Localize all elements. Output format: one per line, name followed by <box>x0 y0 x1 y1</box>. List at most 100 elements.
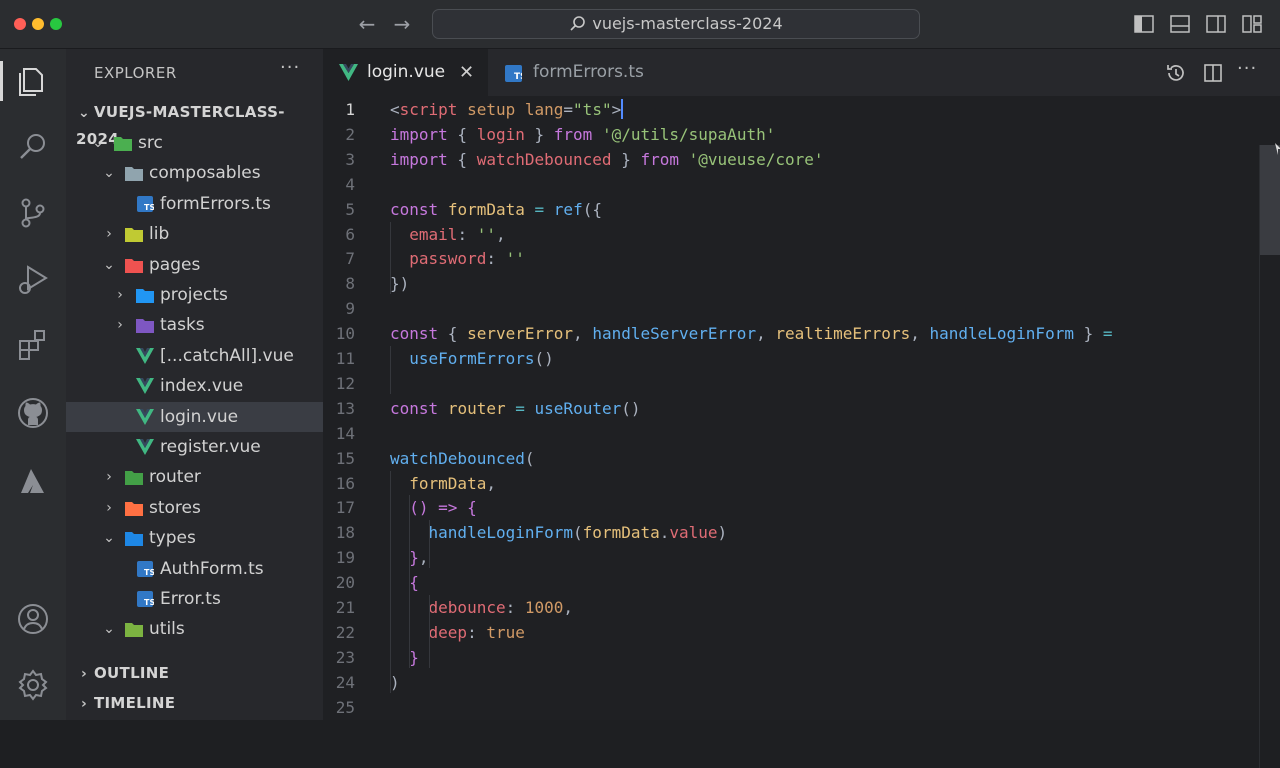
types-folder-icon <box>125 532 143 547</box>
vue-file-icon <box>136 439 154 455</box>
tree-file[interactable]: TS AuthForm.ts <box>66 554 323 584</box>
tree-folder[interactable]: ⌄ utils <box>66 614 323 644</box>
explorer-icon[interactable] <box>15 63 51 99</box>
tree-folder[interactable]: ⌄ types <box>66 523 323 553</box>
typescript-file-icon: TS <box>505 65 522 82</box>
outline-section[interactable]: › OUTLINE <box>76 660 169 686</box>
toggle-primary-sidebar-icon[interactable] <box>1133 13 1155 35</box>
extensions-icon[interactable] <box>15 327 51 363</box>
code-line: const router = useRouter() <box>390 396 641 421</box>
code-token: useRouter <box>534 398 622 418</box>
tree-file[interactable]: register.vue <box>66 432 323 462</box>
close-tab-icon[interactable]: ✕ <box>459 49 474 96</box>
code-token: . <box>659 523 670 543</box>
toggle-panel-icon[interactable] <box>1169 13 1191 35</box>
tree-file[interactable]: login.vue <box>66 401 323 432</box>
tree-file[interactable]: [...catchAll].vue <box>66 341 323 371</box>
workspace-root[interactable]: ⌄ VUEJS-MASTERCLASS-2024 <box>76 99 323 148</box>
tree-folder[interactable]: ⌄ src <box>66 128 323 158</box>
tree-item-label: pages <box>149 254 201 275</box>
tree-folder[interactable]: › lib <box>66 219 323 249</box>
code-token: email <box>409 224 458 244</box>
code-token: handleServerError <box>592 324 757 344</box>
tree-folder[interactable]: › tasks <box>66 310 323 340</box>
timeline-history-icon[interactable] <box>1165 62 1187 84</box>
pages-folder-icon <box>125 258 143 273</box>
code-token: } <box>409 647 419 667</box>
vue-file-icon <box>339 64 358 81</box>
minimize-window-button[interactable] <box>32 18 44 30</box>
code-token: ({ <box>582 199 602 219</box>
code-token: { <box>438 324 468 344</box>
chevron-down-icon: ⌄ <box>77 105 91 121</box>
code-token: '' <box>505 249 525 269</box>
svg-text:TS: TS <box>144 203 154 212</box>
src-folder-icon <box>114 137 132 151</box>
code-token: ( <box>524 448 535 468</box>
line-number: 14 <box>335 423 355 443</box>
maximize-window-button[interactable] <box>50 18 62 30</box>
github-icon[interactable] <box>15 395 51 431</box>
close-window-button[interactable] <box>14 18 26 30</box>
code-token: true <box>486 622 525 642</box>
code-token: formData <box>409 473 487 493</box>
code-token: ) <box>390 672 400 692</box>
search-icon <box>570 16 586 31</box>
toggle-secondary-sidebar-icon[interactable] <box>1205 13 1227 35</box>
line-number: 18 <box>335 523 355 543</box>
tree-folder[interactable]: › stores <box>66 493 323 523</box>
code-token: = <box>515 398 525 418</box>
tab-login-vue[interactable]: login.vue ✕ <box>323 49 488 96</box>
code-editor[interactable]: 1 <script setup lang="ts"> 2 import { login… <box>323 97 1280 768</box>
scrollbar-slider[interactable] <box>1260 145 1280 255</box>
command-center-search[interactable]: vuejs-masterclass-2024 <box>432 9 920 39</box>
indent-guide <box>429 595 430 668</box>
account-icon[interactable] <box>15 601 51 637</box>
arrow-left-icon[interactable]: ← <box>355 11 379 37</box>
tree-file[interactable]: index.vue <box>66 371 323 401</box>
timeline-section[interactable]: › TIMELINE <box>76 690 175 716</box>
tree-folder[interactable]: ⌄ composables <box>66 158 323 188</box>
code-token: "ts" <box>573 100 612 119</box>
code-token: = <box>1102 324 1113 344</box>
code-line: ) <box>390 670 400 695</box>
code-token: : <box>486 249 506 269</box>
code-token: const <box>390 324 439 344</box>
code-token: setup <box>457 100 516 119</box>
code-line: handleLoginForm(formData.value) <box>390 520 728 545</box>
chevron-right-icon: › <box>106 469 112 486</box>
tree-folder[interactable]: › projects <box>66 280 323 310</box>
tree-item-label: utils <box>149 619 185 640</box>
arrow-right-icon[interactable]: → <box>390 11 414 37</box>
code-token: , <box>573 324 593 344</box>
tree-folder[interactable]: ⌄ pages <box>66 250 323 280</box>
settings-gear-icon[interactable] <box>15 667 51 703</box>
split-editor-icon[interactable] <box>1202 62 1224 84</box>
tree-file[interactable]: TS formErrors.ts <box>66 189 323 219</box>
code-token: debounce <box>428 598 506 617</box>
code-token: = <box>563 100 574 119</box>
run-debug-icon[interactable] <box>15 261 51 297</box>
tab-formerrors-ts[interactable]: TS formErrors.ts <box>488 49 683 96</box>
line-number: 10 <box>335 324 355 344</box>
lib-folder-icon <box>125 228 143 243</box>
azure-icon[interactable] <box>15 463 51 499</box>
customize-layout-icon[interactable] <box>1241 13 1263 35</box>
tree-file[interactable]: TS Error.ts <box>66 584 323 614</box>
code-token: ref <box>553 199 583 219</box>
line-number: 22 <box>335 622 355 642</box>
search-text: vuejs-masterclass-2024 <box>592 14 783 33</box>
search-icon[interactable] <box>15 129 51 165</box>
source-control-icon[interactable] <box>15 195 51 231</box>
tree-item-label: types <box>149 528 196 549</box>
code-token: : <box>467 622 487 642</box>
vue-file-icon <box>136 408 154 425</box>
more-actions-icon[interactable]: ··· <box>1237 58 1259 80</box>
code-line: import { watchDebounced } from '@vueuse/… <box>390 147 824 172</box>
tree-folder[interactable]: › router <box>66 462 323 492</box>
line-number: 24 <box>335 672 355 692</box>
svg-text:TS: TS <box>144 598 154 607</box>
explorer-more-actions-button[interactable]: ··· <box>280 57 300 78</box>
